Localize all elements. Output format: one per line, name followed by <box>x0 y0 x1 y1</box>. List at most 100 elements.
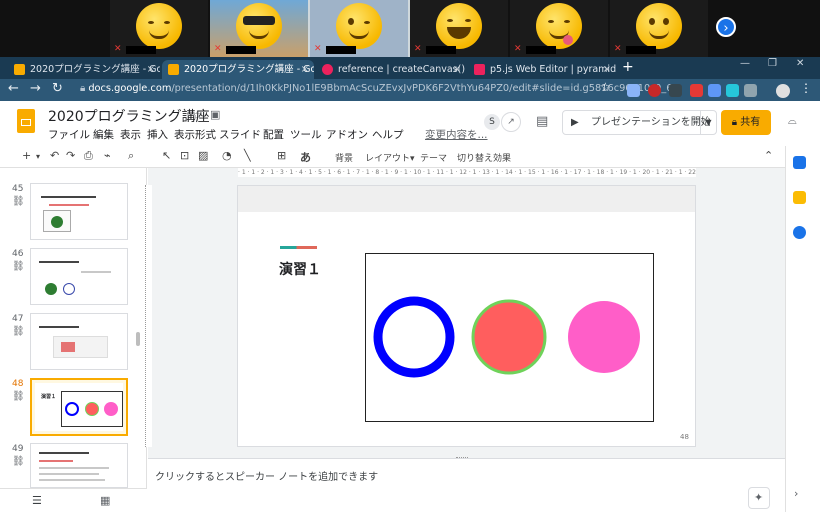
minimize-icon[interactable]: — <box>740 58 750 69</box>
browser-tab-active[interactable]: 2020プログラミング講座 - Google ス × <box>162 60 314 79</box>
participant-tile[interactable]: ✕ <box>410 0 508 57</box>
menu-tools[interactable]: ツール <box>290 127 322 142</box>
shape-icon[interactable]: ◔ <box>222 149 232 162</box>
link-icon: ⛓ <box>12 261 25 272</box>
star-icon[interactable]: ☆ <box>192 108 203 122</box>
present-button[interactable]: ▶ プレゼンテーションを開始 ▼ <box>562 110 717 135</box>
text-box-icon[interactable]: ⊡ <box>180 149 189 162</box>
redo-icon[interactable]: ↷ <box>66 149 75 162</box>
browser-tab[interactable]: 2020プログラミング講座 - Google ス × <box>8 60 160 79</box>
background-button[interactable]: 背景 <box>335 151 353 164</box>
share-button[interactable]: 🔒︎ 共有 <box>721 110 771 135</box>
reload-icon[interactable]: ↻ <box>52 81 63 96</box>
menu-arrange[interactable]: 配置 <box>263 127 284 142</box>
layout-button[interactable]: レイアウト▾ <box>365 151 415 164</box>
extension-icon[interactable] <box>744 84 757 97</box>
document-title[interactable]: 2020プログラミング講座 <box>48 106 210 126</box>
slide-number: 45 <box>12 184 24 194</box>
select-arrow-icon[interactable]: ↖ <box>162 149 171 162</box>
close-tab-icon[interactable]: × <box>603 60 611 79</box>
participant-tile[interactable]: ✕ <box>110 0 208 57</box>
menu-slide[interactable]: スライド <box>219 127 261 142</box>
calendar-icon[interactable] <box>793 156 806 169</box>
slide-thumbnail[interactable] <box>30 248 128 305</box>
zoom-icon[interactable]: ⌕ <box>128 149 134 163</box>
speaker-notes-placeholder[interactable]: クリックするとスピーカー ノートを追加できます <box>155 468 378 483</box>
participant-tile[interactable]: ✕ <box>210 0 308 57</box>
extension-icon[interactable] <box>669 84 682 97</box>
chevron-down-icon[interactable]: ▾ <box>36 152 40 161</box>
close-tab-icon[interactable]: × <box>453 60 461 79</box>
extension-icon[interactable] <box>690 84 703 97</box>
move-folder-icon[interactable]: ▣ <box>210 108 220 121</box>
grid-view-icon[interactable]: ▦ <box>100 494 110 507</box>
image-icon[interactable]: ▨ <box>198 149 208 162</box>
close-tab-icon[interactable]: × <box>147 60 155 79</box>
slides-logo-icon[interactable] <box>17 109 35 133</box>
close-window-icon[interactable]: ✕ <box>796 58 804 69</box>
menu-edit[interactable]: 編集 <box>93 127 114 142</box>
undo-icon[interactable]: ↶ <box>50 149 59 162</box>
participant-tile[interactable]: ✕ <box>308 0 410 59</box>
bookmark-star-icon[interactable]: ☆ <box>600 80 611 94</box>
user-avatar-icon[interactable]: ⌓ <box>788 114 797 128</box>
menu-view[interactable]: 表示 <box>120 127 141 142</box>
filmstrip-scrollbar[interactable] <box>136 332 140 346</box>
line-icon[interactable]: ╲ <box>244 149 251 162</box>
new-slide-icon[interactable]: + <box>22 149 31 162</box>
speaker-notes-panel[interactable] <box>148 458 785 512</box>
slide-number: 47 <box>12 314 24 324</box>
sunglasses-face-icon <box>236 3 282 49</box>
extension-icon[interactable] <box>627 84 640 97</box>
paint-format-icon[interactable]: ⌁ <box>104 149 111 162</box>
activity-icon[interactable]: ↗ <box>501 112 521 132</box>
browser-menu-icon[interactable]: ⋮ <box>800 81 812 95</box>
mic-off-icon: ✕ <box>214 44 222 54</box>
profile-avatar-icon[interactable] <box>776 84 790 98</box>
browser-tab[interactable]: reference | createCanvas() × <box>316 60 466 79</box>
slide-thumbnail[interactable] <box>30 183 128 240</box>
expand-side-panel-icon[interactable]: › <box>794 487 798 500</box>
slide-heading[interactable]: 演習１ <box>279 259 321 279</box>
new-tab-button[interactable]: + <box>622 59 634 75</box>
participant-tile[interactable]: ✕ <box>610 0 708 57</box>
menu-addons[interactable]: アドオン <box>326 127 368 142</box>
slide-thumbnail-selected[interactable]: 演習１ <box>30 378 128 436</box>
extension-icon[interactable] <box>726 84 739 97</box>
back-icon[interactable]: ← <box>8 81 19 96</box>
url-field[interactable]: 🔒︎ docs.google.com/presentation/d/1Ih0Kk… <box>80 83 679 94</box>
keep-icon[interactable] <box>793 191 806 204</box>
browser-tab[interactable]: p5.js Web Editor | pyramid × <box>468 60 616 79</box>
participant-tile[interactable]: ✕ <box>510 0 608 57</box>
avatar[interactable]: S <box>484 114 500 130</box>
forward-icon[interactable]: → <box>30 81 41 96</box>
p5-canvas-image[interactable] <box>365 253 654 422</box>
menu-insert[interactable]: 挿入 <box>147 127 168 142</box>
slide-thumbnail[interactable] <box>30 443 128 488</box>
tasks-icon[interactable] <box>793 226 806 239</box>
menu-format[interactable]: 表示形式 <box>174 127 216 142</box>
theme-button[interactable]: テーマ <box>420 151 447 164</box>
extension-icon[interactable] <box>708 84 721 97</box>
collapse-toolbar-icon[interactable]: ⌃ <box>764 149 773 162</box>
transition-button[interactable]: 切り替え効果 <box>457 151 511 164</box>
menu-file[interactable]: ファイル <box>48 127 90 142</box>
slide-thumbnail[interactable] <box>30 313 128 370</box>
heading-accent-bar <box>280 246 317 249</box>
input-tools-button[interactable]: あ <box>300 149 311 165</box>
lock-icon: 🔒︎ <box>731 117 738 128</box>
close-tab-icon[interactable]: × <box>301 60 309 79</box>
next-participants-button[interactable]: › <box>716 17 736 37</box>
maximize-icon[interactable]: ❐ <box>768 58 777 69</box>
last-edit-link[interactable]: 変更内容を... <box>425 127 488 142</box>
comment-add-icon[interactable]: ⊞ <box>277 149 286 162</box>
print-icon[interactable]: ⎙ <box>84 149 93 163</box>
mic-off-icon: ✕ <box>114 44 122 54</box>
chevron-down-icon[interactable]: ▼ <box>700 111 716 134</box>
grinning-squinting-face-icon <box>436 3 482 49</box>
explore-button[interactable]: ✦ <box>748 487 770 509</box>
filmstrip-view-icon[interactable]: ☰ <box>32 494 42 507</box>
extension-icon[interactable] <box>648 84 661 97</box>
menu-help[interactable]: ヘルプ <box>372 127 404 142</box>
comments-icon[interactable]: ▤ <box>536 114 548 129</box>
